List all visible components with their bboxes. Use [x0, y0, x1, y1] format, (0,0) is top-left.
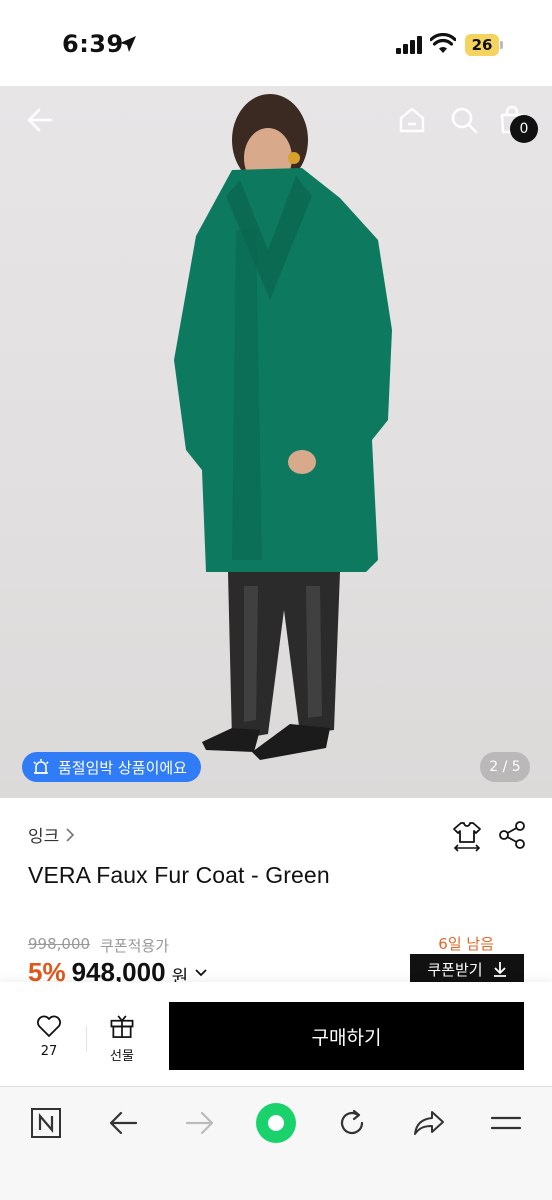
sale-price: 948,000 [71, 957, 166, 983]
chevron-down-icon [195, 969, 207, 977]
share-icon[interactable] [498, 820, 526, 850]
low-stock-text: 품절임박 상품이에요 [58, 758, 187, 777]
product-photo-figure [174, 94, 392, 760]
browser-forward-button[interactable] [178, 1101, 222, 1145]
alarm-icon [33, 759, 49, 774]
coupon-price-label: 쿠폰적용가 [100, 937, 170, 955]
gift-label: 선물 [110, 1049, 134, 1064]
location-arrow-icon [120, 36, 136, 52]
chevron-right-icon [66, 827, 75, 842]
back-icon [109, 1111, 138, 1135]
status-bar: 6:39 26 [0, 0, 552, 86]
share-arrow-icon [414, 1111, 444, 1135]
battery-level: 26 [465, 34, 499, 56]
signal-icon [396, 36, 422, 54]
back-button[interactable] [20, 100, 60, 140]
naver-n-icon [31, 1108, 61, 1138]
brand-link[interactable]: 잉크 [28, 822, 75, 847]
size-guide-icon[interactable] [452, 820, 482, 852]
product-image[interactable] [0, 86, 552, 798]
product-actions [452, 820, 526, 854]
menu-icon [490, 1116, 522, 1130]
refresh-button[interactable] [330, 1101, 374, 1145]
download-icon [493, 962, 506, 977]
purchase-bar: 27 선물 구매하기 [0, 982, 552, 1086]
wifi-icon [430, 33, 456, 53]
browser-back-button[interactable] [101, 1101, 145, 1145]
brand-name: 잉크 [28, 827, 60, 847]
cart-count-badge: 0 [510, 115, 538, 143]
heart-icon [37, 1015, 61, 1037]
forward-icon [185, 1111, 214, 1135]
gift-icon [110, 1015, 134, 1038]
low-stock-badge: 품절임박 상품이에요 [22, 752, 201, 782]
refresh-icon [340, 1109, 364, 1135]
currency-label: 원 [171, 967, 189, 983]
buy-button[interactable]: 구매하기 [169, 1002, 524, 1070]
home-circle-icon [256, 1103, 296, 1143]
home-icon [399, 107, 425, 133]
get-coupon-button[interactable]: 쿠폰받기 [410, 954, 524, 984]
price-row[interactable]: 5% 948,000 원 [28, 957, 208, 983]
like-button[interactable]: 27 [28, 1014, 70, 1064]
battery-icon: 26 [465, 34, 503, 56]
battery-tip [500, 41, 503, 49]
divider [86, 1026, 87, 1052]
browser-home-button[interactable] [254, 1101, 298, 1145]
search-icon [451, 107, 478, 134]
like-count: 27 [40, 1044, 58, 1059]
image-counter: 2 / 5 [480, 752, 530, 782]
menu-button[interactable] [484, 1101, 528, 1145]
status-time: 6:39 [62, 30, 124, 58]
browser-share-button[interactable] [407, 1101, 451, 1145]
home-button[interactable] [392, 100, 432, 140]
search-button[interactable] [444, 100, 484, 140]
product-title: VERA Faux Fur Coat - Green [28, 862, 330, 888]
discount-rate: 5% [28, 957, 66, 983]
back-arrow-icon [27, 108, 53, 132]
original-price: 998,000 [28, 935, 91, 953]
get-coupon-label: 쿠폰받기 [427, 960, 483, 979]
naver-button[interactable] [24, 1101, 68, 1145]
browser-toolbar [0, 1086, 552, 1200]
gift-button[interactable]: 선물 [100, 1014, 144, 1064]
days-left: 6일 남음 [438, 935, 494, 953]
